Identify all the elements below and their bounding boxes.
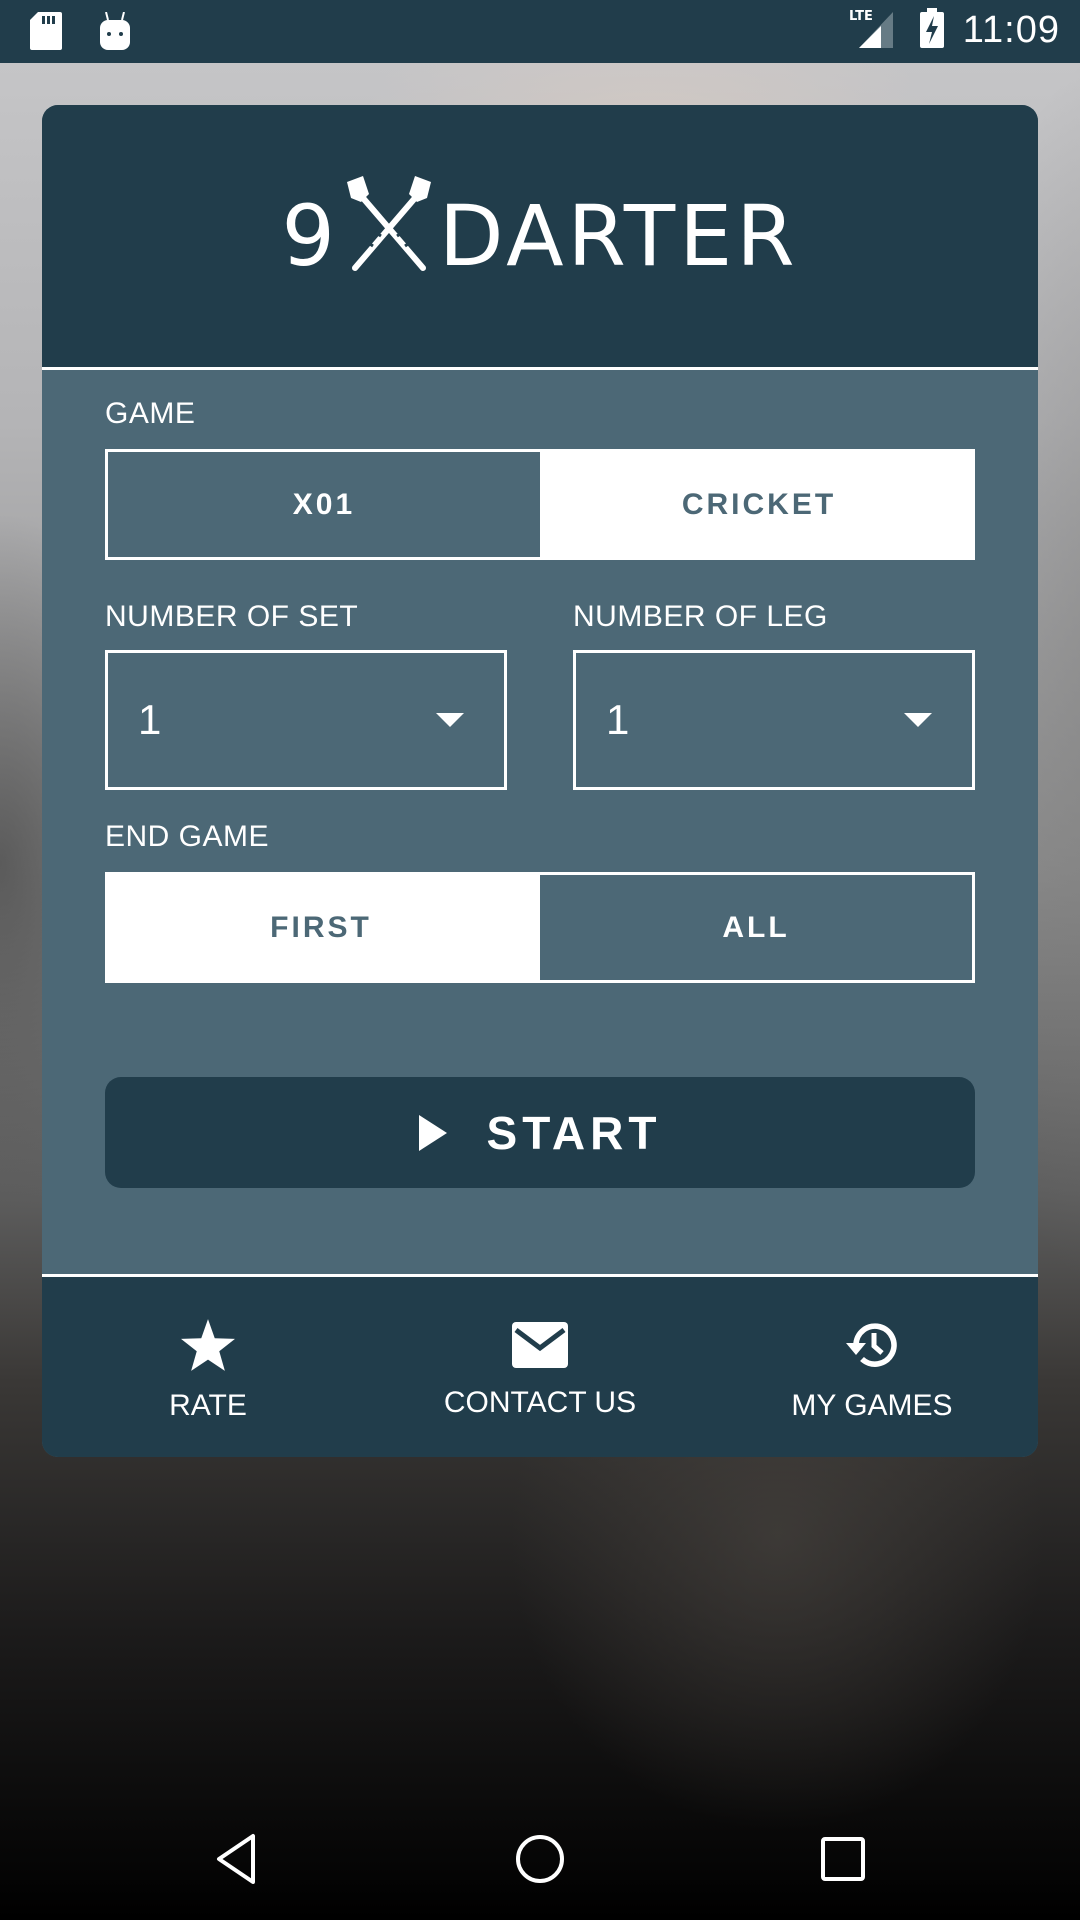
logo-number: 9 bbox=[281, 187, 339, 285]
end-game-option-all[interactable]: ALL bbox=[537, 872, 975, 983]
system-nav-bar bbox=[0, 1794, 1080, 1920]
game-type-toggle: X01 CRICKET bbox=[105, 449, 975, 560]
game-label: GAME bbox=[105, 397, 196, 430]
sets-dropdown[interactable]: 1 bbox=[105, 650, 507, 790]
recents-button[interactable] bbox=[808, 1824, 878, 1894]
start-label: START bbox=[486, 1106, 662, 1159]
status-bar: LTE 11:09 bbox=[0, 0, 1080, 63]
my-games-label: MY GAMES bbox=[791, 1389, 953, 1422]
end-game-option-first[interactable]: FIRST bbox=[105, 872, 537, 983]
back-icon bbox=[217, 1834, 255, 1884]
card-footer: RATE CONTACT US MY GAMES bbox=[42, 1274, 1038, 1457]
sets-value: 1 bbox=[138, 696, 162, 743]
game-setup-card: 9 DARTER GAME X01 CRICKET NUMBER OF SET … bbox=[42, 105, 1038, 1457]
home-button[interactable] bbox=[505, 1824, 575, 1894]
recents-icon bbox=[821, 1837, 865, 1881]
legs-label: NUMBER OF LEG bbox=[573, 600, 828, 633]
rate-label: RATE bbox=[169, 1389, 247, 1422]
mail-icon bbox=[512, 1322, 568, 1376]
my-games-button[interactable]: MY GAMES bbox=[706, 1277, 1038, 1457]
game-option-cricket[interactable]: CRICKET bbox=[543, 449, 975, 560]
crossed-darts-icon bbox=[339, 176, 439, 296]
android-debug-icon bbox=[98, 11, 132, 55]
end-game-label: END GAME bbox=[105, 820, 270, 853]
star-icon bbox=[181, 1319, 235, 1379]
set-leg-row: NUMBER OF SET 1 NUMBER OF LEG 1 bbox=[105, 600, 975, 790]
start-button[interactable]: START bbox=[105, 1077, 975, 1188]
sd-card-icon bbox=[30, 12, 62, 55]
contact-us-button[interactable]: CONTACT US bbox=[374, 1277, 706, 1457]
legs-group: NUMBER OF LEG 1 bbox=[573, 600, 975, 790]
sets-label: NUMBER OF SET bbox=[105, 600, 359, 633]
app-logo: 9 DARTER bbox=[281, 176, 798, 296]
legs-dropdown[interactable]: 1 bbox=[573, 650, 975, 790]
home-icon bbox=[516, 1835, 564, 1883]
game-form: GAME X01 CRICKET NUMBER OF SET 1 NUMBER … bbox=[42, 397, 1038, 1188]
dropdown-arrow-icon bbox=[904, 713, 932, 727]
battery-charging-icon bbox=[919, 8, 945, 53]
contact-us-label: CONTACT US bbox=[443, 1386, 637, 1419]
logo-word: DARTER bbox=[438, 187, 799, 285]
game-option-x01[interactable]: X01 bbox=[105, 449, 543, 560]
lte-signal-icon: LTE bbox=[849, 8, 901, 53]
history-icon bbox=[844, 1319, 900, 1379]
end-game-toggle: FIRST ALL bbox=[105, 872, 975, 983]
rate-button[interactable]: RATE bbox=[42, 1277, 374, 1457]
back-button[interactable] bbox=[201, 1824, 271, 1894]
legs-value: 1 bbox=[606, 696, 630, 743]
card-header: 9 DARTER bbox=[42, 105, 1038, 370]
clock: 11:09 bbox=[962, 9, 1060, 51]
play-icon bbox=[418, 1114, 447, 1151]
sets-group: NUMBER OF SET 1 bbox=[105, 600, 507, 790]
dropdown-arrow-icon bbox=[436, 713, 464, 727]
svg-text:LTE: LTE bbox=[849, 9, 873, 24]
